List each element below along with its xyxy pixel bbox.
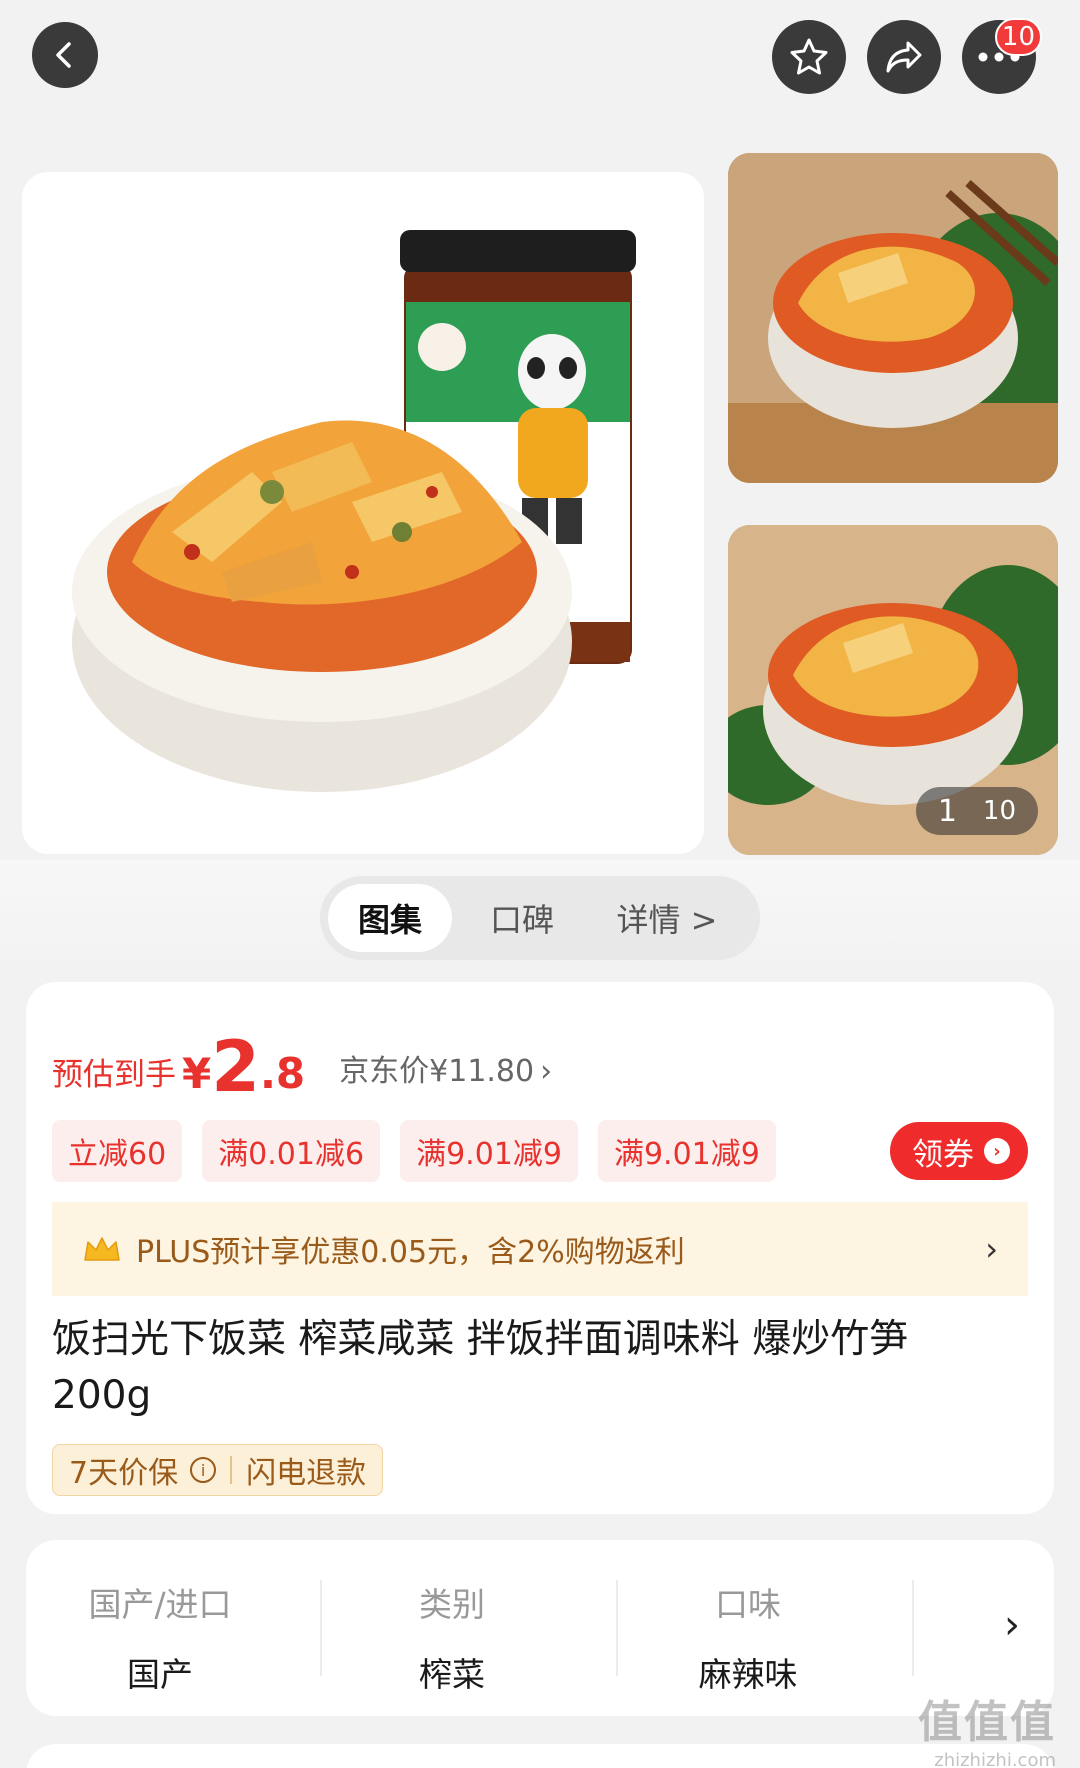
promo-tag[interactable]: 满0.01减6 <box>202 1120 381 1182</box>
divider <box>616 1580 618 1676</box>
attribute-origin: 国产/进口 国产 <box>40 1578 280 1696</box>
counter-total: 10 <box>982 796 1016 826</box>
chevron-circle-icon: › <box>984 1138 1010 1164</box>
product-gallery: 1 10 <box>0 150 1080 860</box>
chevron-right-icon: › <box>985 1230 998 1268</box>
info-icon[interactable]: i <box>190 1457 217 1483</box>
section-tabs-bar: 图集 口碑 详情 > <box>0 860 1080 970</box>
price-decimal: .8 <box>259 1049 306 1098</box>
main-product-image[interactable] <box>22 172 704 854</box>
product-title: 饭扫光下饭菜 榨菜咸菜 拌饭拌面调味料 爆炒竹笋 200g <box>52 1317 909 1418</box>
fast-refund-label: 闪电退款 <box>246 1456 367 1491</box>
product-info-card: 预估到手 ¥ 2 .8 京东价¥11.80 › 立减60 满0.01减6 满9.0… <box>26 982 1054 1514</box>
back-arrow-icon <box>56 42 71 68</box>
coupon-label: 领券 <box>912 1136 974 1173</box>
more-button[interactable]: 10 <box>962 18 1042 94</box>
promo-tag[interactable]: 满9.01减9 <box>597 1120 776 1182</box>
share-button[interactable] <box>867 20 941 94</box>
watermark-logo: 值值值 <box>918 1697 1056 1748</box>
favorite-button[interactable] <box>772 20 846 94</box>
estimated-price-label: 预估到手 <box>52 1057 176 1093</box>
top-bar: 10 <box>0 0 1080 150</box>
image-counter: 1 10 <box>915 787 1038 835</box>
jd-price-link[interactable]: 京东价¥11.80 › <box>339 1046 552 1090</box>
attribute-value: 榨菜 <box>419 1655 485 1694</box>
divider <box>912 1580 914 1676</box>
attribute-flavor: 口味 麻辣味 <box>628 1578 868 1696</box>
chevron-right-icon[interactable]: › <box>1004 1602 1020 1648</box>
promo-tag[interactable]: 立减60 <box>52 1120 183 1182</box>
jd-price-text: 京东价¥11.80 <box>339 1054 535 1089</box>
segmented-control: 图集 口碑 详情 > <box>320 876 760 960</box>
price-integer: 2 <box>211 1026 260 1108</box>
price-protection-label: 7天价保 <box>69 1456 179 1491</box>
divider <box>320 1580 322 1676</box>
crown-icon <box>84 1237 120 1261</box>
attribute-label: 国产/进口 <box>88 1585 232 1624</box>
get-coupon-button[interactable]: 领券 › <box>890 1122 1028 1180</box>
counter-current: 1 <box>937 793 957 829</box>
share-icon <box>886 41 922 73</box>
tab-reviews[interactable]: 口碑 <box>452 884 592 952</box>
next-card-peek <box>26 1744 1054 1768</box>
price-row: 预估到手 ¥ 2 .8 京东价¥11.80 › <box>52 1032 552 1102</box>
thumbnail-image-1[interactable] <box>728 153 1058 483</box>
notification-badge: 10 <box>994 18 1042 56</box>
plus-benefit-text: PLUS预计享优惠0.05元，含2%购物返利 <box>136 1235 685 1270</box>
attribute-value: 国产 <box>127 1655 193 1694</box>
chevron-right-icon: › <box>540 1054 553 1089</box>
plus-benefit-bar[interactable]: PLUS预计享优惠0.05元，含2%购物返利 › <box>52 1202 1028 1296</box>
promo-tags: 立减60 满0.01减6 满9.01减9 满9.01减9 <box>52 1120 776 1182</box>
attribute-value: 麻辣味 <box>698 1655 798 1694</box>
watermark: 值值值 zhizhizhi.com <box>918 1686 1056 1768</box>
star-icon <box>790 38 828 75</box>
service-guarantee[interactable]: 7天价保 i 闪电退款 <box>52 1444 384 1496</box>
price-currency: ¥ <box>182 1049 212 1098</box>
watermark-url: zhizhizhi.com <box>934 1750 1056 1768</box>
thumbnail-image-2[interactable]: 1 10 <box>728 525 1058 855</box>
tab-details[interactable]: 详情 > <box>592 884 742 952</box>
tab-gallery[interactable]: 图集 <box>328 884 452 952</box>
attribute-label: 类别 <box>419 1585 485 1624</box>
promo-tag[interactable]: 满9.01减9 <box>400 1120 578 1182</box>
product-attributes-card[interactable]: 国产/进口 国产 类别 榨菜 口味 麻辣味 › <box>26 1540 1054 1716</box>
attribute-category: 类别 榨菜 <box>332 1578 572 1696</box>
divider <box>230 1456 233 1484</box>
attribute-label: 口味 <box>715 1585 781 1624</box>
back-button[interactable] <box>32 22 98 88</box>
